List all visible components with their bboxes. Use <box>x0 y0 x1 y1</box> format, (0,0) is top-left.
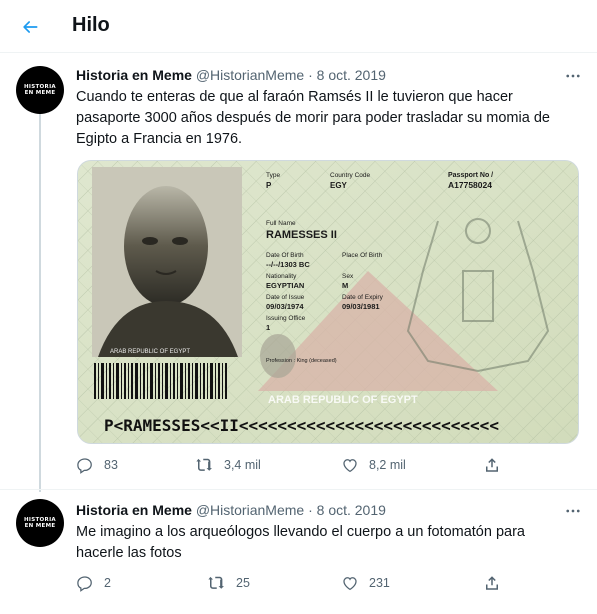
reply-icon <box>77 458 92 474</box>
doi-label: Date of Issue <box>266 294 305 301</box>
share-icon <box>486 458 498 472</box>
tweet-divider <box>0 489 597 490</box>
sex-value: M <box>342 281 348 290</box>
more-options-button[interactable] <box>563 501 583 521</box>
pob-label: Place Of Birth <box>342 252 382 259</box>
share-button[interactable] <box>483 456 501 474</box>
passport-no-value: A17758024 <box>448 180 492 190</box>
reply-count: 2 <box>104 576 111 590</box>
dob-label: Date Of Birth <box>266 252 304 259</box>
tweet-date[interactable]: 8 oct. 2019 <box>317 67 386 83</box>
photo-caption: ARAB REPUBLIC OF EGYPT <box>110 349 190 355</box>
retweet-icon <box>196 458 212 471</box>
author-name[interactable]: Historia en Meme <box>76 67 192 83</box>
profession-text: Profession : King (deceased) <box>266 358 337 364</box>
tweet-text: Me imagino a los arqueólogos llevando el… <box>76 524 525 561</box>
separator-dot: · <box>308 502 313 518</box>
separator-dot: · <box>308 67 313 83</box>
like-icon <box>343 577 357 591</box>
page-title: Hilo <box>72 14 110 36</box>
tweet-actions: 2 25 231 <box>76 574 516 596</box>
avatar[interactable]: HISTORIA EN MEME <box>16 66 64 114</box>
tweet-text: Cuando te enteras de que al faraón Ramsé… <box>76 89 550 147</box>
like-count: 8,2 mil <box>369 458 406 472</box>
type-value: P <box>266 181 272 190</box>
retweet-count: 3,4 mil <box>224 458 261 472</box>
issuing-label: Issuing Office <box>266 315 306 322</box>
passport-footer-text: ARAB REPUBLIC OF EGYPT <box>268 394 418 406</box>
doi-value: 09/03/1974 <box>266 302 304 311</box>
more-options-button[interactable] <box>563 66 583 86</box>
tweet-date[interactable]: 8 oct. 2019 <box>317 502 386 518</box>
avatar[interactable]: HISTORIA EN MEME <box>16 499 64 547</box>
reply-count: 83 <box>104 458 118 472</box>
share-icon <box>486 576 498 590</box>
doe-label: Date of Expiry <box>342 294 384 301</box>
share-button[interactable] <box>483 574 501 592</box>
author-handle[interactable]: @HistorianMeme <box>196 502 304 518</box>
nationality-label: Nationality <box>266 273 297 280</box>
tweet-media-passport[interactable]: ARAB REPUBLIC OF EGYPT Type P Country Co… <box>77 160 579 444</box>
author-name[interactable]: Historia en Meme <box>76 502 192 518</box>
retweet-icon <box>208 576 224 589</box>
avatar-text-line2: EN MEME <box>24 523 56 529</box>
passport-no-label: Passport No / <box>448 172 493 179</box>
full-name-label: Full Name <box>266 220 296 227</box>
retweet-button[interactable]: 25 <box>206 574 250 592</box>
sex-label: Sex <box>342 273 354 280</box>
doe-value: 09/03/1981 <box>342 302 380 311</box>
nationality-value: EGYPTIAN <box>266 281 304 290</box>
back-button[interactable] <box>15 12 45 42</box>
reply-button[interactable]: 83 <box>76 456 118 474</box>
author-handle[interactable]: @HistorianMeme <box>196 67 304 83</box>
like-button[interactable]: 231 <box>341 574 390 592</box>
more-icon <box>566 74 580 78</box>
country-label: Country Code <box>330 172 370 179</box>
avatar-text-line2: EN MEME <box>24 90 56 96</box>
thread-header: Hilo <box>0 0 597 53</box>
like-button[interactable]: 8,2 mil <box>341 456 406 474</box>
dob-value: --/--/1303 BC <box>266 260 310 269</box>
tweet-header: Historia en Meme @HistorianMeme · 8 oct.… <box>76 502 386 518</box>
thread-connector-line <box>39 112 41 492</box>
retweet-button[interactable]: 3,4 mil <box>194 456 261 474</box>
passport-image: ARAB REPUBLIC OF EGYPT Type P Country Co… <box>78 161 578 443</box>
reply-button[interactable]: 2 <box>76 574 111 592</box>
country-value: EGY <box>330 181 348 190</box>
back-arrow-icon <box>23 21 38 33</box>
type-label: Type <box>266 172 280 179</box>
reply-icon <box>77 576 92 592</box>
tweet-header: Historia en Meme @HistorianMeme · 8 oct.… <box>76 67 386 83</box>
more-icon <box>566 509 580 513</box>
like-count: 231 <box>369 576 390 590</box>
full-name-value: RAMESSES II <box>266 229 337 241</box>
mrz-line: P<RAMESSES<<II<<<<<<<<<<<<<<<<<<<<<<<<<<… <box>104 416 499 435</box>
issuing-value: 1 <box>266 323 270 332</box>
tweet-actions: 83 3,4 mil 8,2 mil <box>76 456 516 478</box>
retweet-count: 25 <box>236 576 250 590</box>
like-icon <box>343 459 357 473</box>
